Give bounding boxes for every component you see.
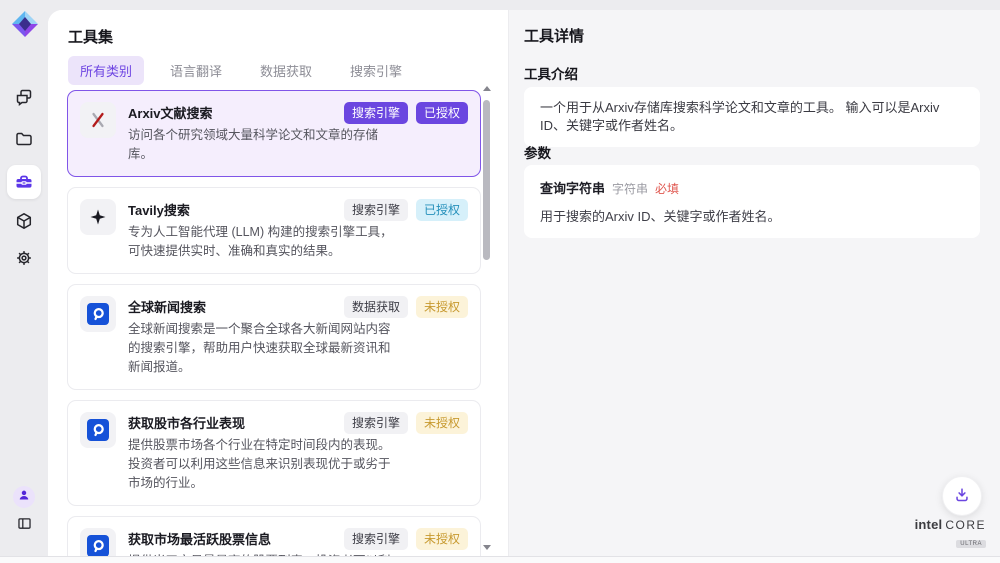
- tool-card-list: Arxiv文献搜索 访问各个研究领域大量科学论文和文章的存储库。 搜索引擎 已授…: [67, 90, 481, 556]
- param-header: 查询字符串 字符串 必填: [540, 178, 964, 197]
- sidebar-item-plugins[interactable]: [7, 204, 41, 238]
- intro-heading: 工具介绍: [524, 63, 578, 83]
- params-heading: 参数: [524, 142, 551, 162]
- user-avatar[interactable]: [13, 486, 35, 508]
- param-card: 查询字符串 字符串 必填 用于搜索的Arxiv ID、关键字或作者姓名。: [524, 165, 980, 238]
- detail-title: 工具详情: [524, 25, 584, 46]
- person-icon: [17, 488, 31, 507]
- scrollbar-up-arrow-icon[interactable]: [483, 86, 491, 91]
- intro-text: 一个用于从Arxiv存储库搜索科学论文和文章的工具。 输入可以是Arxiv ID…: [540, 100, 939, 133]
- chat-icon: [14, 87, 34, 107]
- list-scrollbar[interactable]: [482, 84, 491, 552]
- sparkle-star-icon: [88, 207, 108, 227]
- tool-card[interactable]: Arxiv文献搜索 访问各个研究领域大量科学论文和文章的存储库。 搜索引擎 已授…: [67, 90, 481, 177]
- panel-toggle-icon: [16, 515, 33, 537]
- tool-card[interactable]: 全球新闻搜索 全球新闻搜索是一个聚合全球各大新闻网站内容的搜索引擎，帮助用户快速…: [67, 284, 481, 390]
- tool-icon: [80, 528, 116, 556]
- category-badge: 搜索引擎: [344, 199, 408, 221]
- search-q-icon: [87, 419, 109, 441]
- auth-status-badge: 未授权: [416, 296, 468, 318]
- sidebar-item-chat[interactable]: [7, 80, 41, 114]
- auth-status-badge: 已授权: [416, 199, 468, 221]
- scrollbar-down-arrow-icon[interactable]: [483, 545, 491, 550]
- tab-language-translation[interactable]: 语言翻译: [158, 56, 234, 85]
- sidebar-item-settings[interactable]: [7, 241, 41, 275]
- tab-data-fetching[interactable]: 数据获取: [248, 56, 324, 85]
- tool-card[interactable]: Tavily搜索 专为人工智能代理 (LLM) 构建的搜索引擎工具，可快速提供实…: [67, 187, 481, 274]
- tool-card[interactable]: 获取市场最活跃股票信息 提供当天交易量最高的股票列表，投资者可以利用这些信息来识…: [67, 516, 481, 556]
- sidebar-collapse-button[interactable]: [12, 514, 36, 538]
- tool-icon: [80, 412, 116, 448]
- tab-search-engine[interactable]: 搜索引擎: [338, 56, 414, 85]
- tool-card-badges: 搜索引擎 未授权: [344, 528, 468, 550]
- toolbox-icon: [14, 172, 34, 192]
- auth-status-badge: 未授权: [416, 412, 468, 434]
- search-q-icon: [87, 303, 109, 325]
- tool-icon: [80, 296, 116, 332]
- tool-detail-panel: 工具详情 工具介绍 一个用于从Arxiv存储库搜索科学论文和文章的工具。 输入可…: [508, 10, 1000, 556]
- tool-icon: [80, 199, 116, 235]
- download-button[interactable]: [942, 476, 982, 516]
- param-type: 字符串: [612, 180, 648, 197]
- tool-card-badges: 搜索引擎 未授权: [344, 412, 468, 434]
- page-title: 工具集: [68, 26, 113, 47]
- category-badge: 搜索引擎: [344, 102, 408, 124]
- tool-card-badges: 搜索引擎 已授权: [344, 199, 468, 221]
- app-logo: [9, 8, 41, 40]
- bottom-strip: [0, 556, 1000, 563]
- category-tabs: 所有类别 语言翻译 数据获取 搜索引擎: [68, 56, 414, 85]
- tool-card[interactable]: 获取股市各行业表现 提供股票市场各个行业在特定时间段内的表现。投资者可以利用这些…: [67, 400, 481, 506]
- auth-status-badge: 已授权: [416, 102, 468, 124]
- tool-description: 全球新闻搜索是一个聚合全球各大新闻网站内容的搜索引擎，帮助用户快速获取全球最新资…: [128, 320, 396, 378]
- tool-list-panel: 工具集 所有类别 语言翻译 数据获取 搜索引擎: [48, 10, 508, 556]
- sidebar-rail: [0, 0, 48, 563]
- search-q-icon: [87, 535, 109, 556]
- folder-icon: [14, 129, 34, 149]
- arxiv-logo-icon: [88, 110, 108, 130]
- cube-icon: [14, 211, 34, 231]
- download-icon: [953, 486, 971, 507]
- category-badge: 数据获取: [344, 296, 408, 318]
- param-required-flag: 必填: [655, 180, 679, 197]
- sidebar-item-files[interactable]: [7, 122, 41, 156]
- param-description: 用于搜索的Arxiv ID、关键字或作者姓名。: [540, 206, 964, 225]
- tool-icon: [80, 102, 116, 138]
- gear-icon: [14, 248, 34, 268]
- param-name: 查询字符串: [540, 178, 605, 197]
- intel-core-logo: intel core ultra: [915, 517, 986, 550]
- tool-card-badges: 数据获取 未授权: [344, 296, 468, 318]
- scrollbar-thumb[interactable]: [483, 100, 490, 260]
- main-surface: 工具集 所有类别 语言翻译 数据获取 搜索引擎: [48, 10, 1000, 556]
- category-badge: 搜索引擎: [344, 412, 408, 434]
- category-badge: 搜索引擎: [344, 528, 408, 550]
- tool-description: 提供股票市场各个行业在特定时间段内的表现。投资者可以利用这些信息来识别表现优于或…: [128, 436, 396, 494]
- sidebar-item-tools[interactable]: [7, 165, 41, 199]
- tab-all-categories[interactable]: 所有类别: [68, 56, 144, 85]
- intro-card: 一个用于从Arxiv存储库搜索科学论文和文章的工具。 输入可以是Arxiv ID…: [524, 87, 980, 147]
- auth-status-badge: 未授权: [416, 528, 468, 550]
- tool-card-badges: 搜索引擎 已授权: [344, 102, 468, 124]
- tool-description: 专为人工智能代理 (LLM) 构建的搜索引擎工具，可快速提供实时、准确和真实的结…: [128, 223, 396, 262]
- intel-ultra-badge: ultra: [956, 540, 986, 548]
- tool-description: 访问各个研究领域大量科学论文和文章的存储库。: [128, 126, 396, 165]
- app-window: 工具集 所有类别 语言翻译 数据获取 搜索引擎: [0, 0, 1000, 563]
